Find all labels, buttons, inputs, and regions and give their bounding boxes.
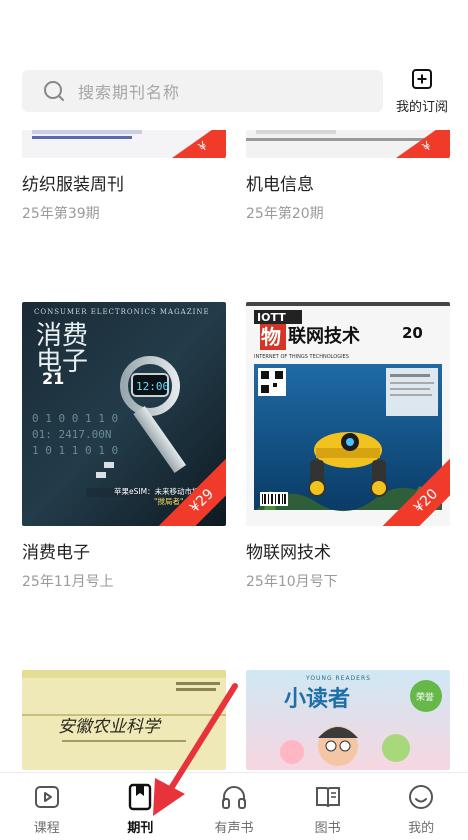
svg-text:荣誉: 荣誉 (416, 691, 434, 703)
search-icon (44, 81, 64, 101)
magazine-card[interactable]: YOUNG READERS 小读者 荣誉 (246, 670, 450, 770)
svg-text:CONSUMER ELECTRONICS MAGAZINE: CONSUMER ELECTRONICS MAGAZINE (34, 308, 210, 316)
my-subscription-button[interactable]: 我的订阅 (390, 66, 454, 116)
magazine-title: 机电信息 (246, 175, 314, 195)
bookmark-icon (129, 783, 152, 811)
magazine-title: 物联网技术 (246, 543, 331, 563)
smile-icon (409, 785, 434, 809)
tab-label: 有声书 (214, 821, 254, 836)
svg-text:1 0 1 1 0 1 0: 1 0 1 1 0 1 0 (32, 444, 118, 457)
svg-text:YOUNG READERS: YOUNG READERS (305, 675, 371, 682)
svg-text:小读者: 小读者 (284, 687, 350, 712)
magazine-card[interactable]: 安徽农业科学 (22, 670, 226, 770)
search-bar[interactable]: 搜索期刊名称 (22, 70, 383, 112)
play-icon (34, 786, 59, 808)
tab-books[interactable]: 图书 (281, 773, 375, 840)
add-bookmark-icon (412, 69, 432, 89)
magazine-cover: IOTT 物 联网技术 INTERNET OF THINGS TECHNOLOG… (246, 302, 450, 526)
svg-text:21: 21 (42, 369, 64, 388)
magazine-card[interactable]: IOTT 物 联网技术 INTERNET OF THINGS TECHNOLOG… (246, 302, 450, 591)
svg-text:20: 20 (402, 324, 423, 342)
magazine-cover: 安徽农业科学 (22, 670, 226, 770)
magazine-cover: ¥ (22, 130, 226, 158)
tab-courses[interactable]: 课程 (0, 773, 94, 840)
magazine-cover: YOUNG READERS 小读者 荣誉 (246, 670, 450, 770)
bottom-tab-bar: 课程 期刊 有声书 图书 我的 (0, 772, 468, 840)
magazine-card[interactable]: CONSUMER ELECTRONICS MAGAZINE 消费 电子 21 0… (22, 302, 226, 591)
svg-text:安徽农业科学: 安徽农业科学 (58, 717, 162, 737)
screen: 搜索期刊名称 我的订阅 ¥ 纺织服装周刊 25年第39期 ¥ 机电信息 25年第… (0, 0, 468, 840)
my-subscription-label: 我的订阅 (395, 100, 448, 115)
magazine-grid: ¥ 纺织服装周刊 25年第39期 ¥ 机电信息 25年第20期 CONSUMER… (0, 130, 468, 770)
tab-label: 我的 (408, 821, 435, 836)
tab-me[interactable]: 我的 (374, 773, 468, 840)
magazine-issue: 25年10月号下 (246, 574, 338, 590)
tab-audiobooks[interactable]: 有声书 (187, 773, 281, 840)
tab-label: 期刊 (127, 821, 154, 836)
search-placeholder: 搜索期刊名称 (78, 83, 181, 102)
magazine-card[interactable]: ¥ 机电信息 25年第20期 (246, 130, 450, 223)
magazine-issue: 25年第39期 (22, 206, 100, 222)
magazine-cover: CONSUMER ELECTRONICS MAGAZINE 消费 电子 21 0… (22, 302, 226, 526)
tab-journals[interactable]: 期刊 (94, 773, 188, 840)
magazine-issue: 25年11月号上 (22, 574, 114, 590)
tab-label: 课程 (33, 821, 60, 836)
magazine-cover: ¥ (246, 130, 450, 158)
magazine-title: 消费电子 (22, 543, 90, 563)
svg-text:12:00: 12:00 (136, 380, 169, 393)
svg-text:物: 物 (261, 325, 281, 349)
magazine-issue: 25年第20期 (246, 206, 324, 222)
headphones-icon (221, 786, 246, 809)
book-icon (315, 787, 340, 808)
tab-label: 图书 (314, 821, 341, 836)
svg-text:01: 2417.00N: 01: 2417.00N (32, 428, 111, 441)
magazine-title: 纺织服装周刊 (22, 175, 124, 195)
svg-text:联网技术: 联网技术 (288, 325, 360, 347)
magazine-card[interactable]: ¥ 纺织服装周刊 25年第39期 (22, 130, 226, 223)
svg-text:0 1 0 0 1 1 0: 0 1 0 0 1 1 0 (32, 412, 118, 425)
svg-text:IOTT: IOTT (257, 311, 286, 324)
svg-text:INTERNET OF THINGS TECHNOLOGIE: INTERNET OF THINGS TECHNOLOGIES (254, 354, 349, 360)
